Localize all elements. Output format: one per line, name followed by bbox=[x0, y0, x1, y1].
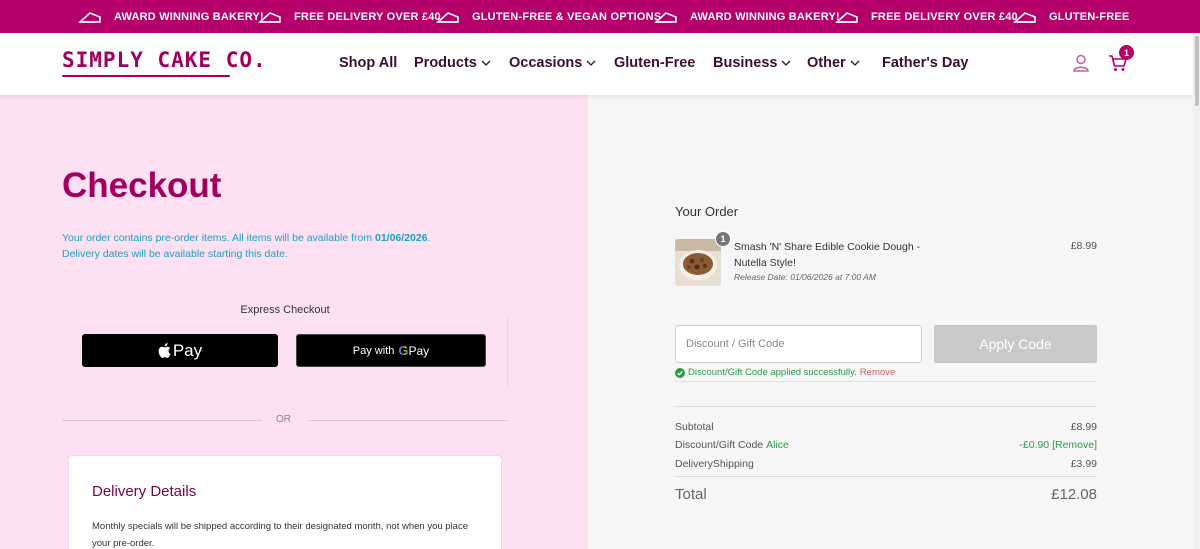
site-logo[interactable]: SIMPLY CAKE CO. bbox=[62, 48, 267, 72]
chevron-down-icon bbox=[850, 60, 860, 66]
express-checkout-label: Express Checkout bbox=[240, 304, 330, 316]
chevron-down-icon bbox=[782, 60, 791, 66]
subtotal-row: Subtotal £8.99 bbox=[675, 421, 1097, 433]
cart-count-badge: 1 bbox=[1119, 45, 1134, 60]
discount-success-message: Discount/Gift Code applied successfully.… bbox=[675, 366, 1097, 382]
user-account-icon[interactable] bbox=[1071, 53, 1091, 73]
product-price: £8.99 bbox=[1070, 240, 1097, 252]
item-quantity-badge: 1 bbox=[715, 231, 731, 247]
subtotal-label: Subtotal bbox=[675, 421, 714, 433]
google-g-icon: G bbox=[398, 343, 409, 358]
announcement-text: AWARD WINNING BAKERY! bbox=[690, 10, 840, 23]
preorder-text: Delivery dates will be available startin… bbox=[62, 248, 288, 260]
announcement-text: AWARD WINNING BAKERY! bbox=[114, 10, 264, 23]
nav-label: Gluten-Free bbox=[614, 55, 696, 71]
or-divider-left bbox=[62, 420, 262, 421]
delivery-details-text: Monthly specials will be shipped accordi… bbox=[92, 521, 469, 549]
nav-products[interactable]: Products bbox=[414, 55, 491, 71]
cake-icon bbox=[835, 11, 858, 23]
or-divider-label: OR bbox=[276, 414, 291, 425]
or-divider-right bbox=[308, 420, 508, 421]
order-summary-heading: Your Order bbox=[675, 204, 739, 219]
discount-row: Discount/Gift Code Alice -£0.90 [Remove] bbox=[675, 439, 1097, 451]
preorder-text: . bbox=[427, 232, 431, 244]
cake-icon bbox=[1013, 11, 1036, 23]
nav-label: Occasions bbox=[509, 55, 583, 71]
google-pay-button[interactable]: Pay with G Pay bbox=[296, 334, 486, 367]
scrollbar-thumb[interactable] bbox=[1195, 36, 1199, 106]
remove-code-link[interactable]: Remove bbox=[860, 367, 895, 378]
shipping-label: DeliveryShipping bbox=[675, 458, 754, 470]
nav-business[interactable]: Business bbox=[713, 55, 791, 71]
announcement-item: FREE DELIVERY OVER £40 bbox=[835, 0, 1018, 33]
cake-icon bbox=[436, 11, 459, 23]
gpay-suffix: Pay bbox=[408, 343, 430, 358]
nav-occasions[interactable]: Occasions bbox=[509, 55, 596, 71]
summary-divider bbox=[675, 406, 1097, 407]
preorder-text: Your order contains pre-order items. All… bbox=[62, 232, 375, 244]
page-scrollbar[interactable] bbox=[1193, 33, 1200, 549]
logo-underline bbox=[62, 75, 230, 77]
nav-label: Products bbox=[414, 55, 477, 71]
delivery-details-title: Delivery Details bbox=[92, 483, 197, 500]
check-circle-icon bbox=[675, 367, 685, 378]
chevron-down-icon bbox=[586, 60, 596, 66]
announcement-item: GLUTEN-FREE & VEGAN OPTIONS bbox=[436, 0, 661, 33]
preorder-date: 01/06/2026 bbox=[375, 232, 428, 244]
shipping-row: DeliveryShipping £3.99 bbox=[675, 458, 1097, 470]
announcement-text: GLUTEN-FREE & VEGAN OPTIONS bbox=[472, 10, 662, 23]
total-value: £12.08 bbox=[1051, 486, 1097, 503]
nav-label: Shop All bbox=[339, 55, 398, 71]
nav-label: Father's Day bbox=[882, 55, 969, 71]
announcement-text: FREE DELIVERY OVER £40 bbox=[871, 10, 1018, 23]
cake-icon bbox=[654, 11, 677, 23]
cake-icon bbox=[258, 11, 281, 23]
total-label: Total bbox=[675, 486, 707, 503]
announcement-item: AWARD WINNING BAKERY! bbox=[654, 0, 840, 33]
nav-label: Other bbox=[807, 55, 846, 71]
announcement-text: GLUTEN-FREE bbox=[1049, 10, 1130, 23]
nav-fathers-day[interactable]: Father's Day bbox=[882, 55, 968, 71]
nav-label: Business bbox=[713, 55, 778, 71]
announcement-item: FREE DELIVERY OVER £40 bbox=[258, 0, 441, 33]
shipping-value: £3.99 bbox=[1070, 458, 1097, 470]
subtotal-value: £8.99 bbox=[1070, 421, 1097, 433]
order-summary-panel bbox=[588, 95, 1193, 549]
product-thumbnail bbox=[675, 239, 721, 286]
product-name: Smash 'N' Share Edible Cookie Dough - Nu… bbox=[734, 241, 921, 269]
total-row: Total £12.08 bbox=[675, 486, 1097, 503]
nav-gluten-free[interactable]: Gluten-Free bbox=[614, 55, 695, 71]
apple-pay-label: Pay bbox=[172, 340, 203, 360]
chevron-down-icon bbox=[481, 60, 491, 66]
announcement-item: GLUTEN-FREE bbox=[1013, 0, 1129, 33]
page-title: Checkout bbox=[62, 166, 222, 205]
apple-pay-button[interactable]: Pay bbox=[82, 334, 278, 367]
cake-icon bbox=[78, 11, 101, 23]
discount-label: Discount/Gift Code bbox=[675, 439, 764, 451]
preorder-notice: Your order contains pre-order items. All… bbox=[62, 230, 492, 262]
nav-other[interactable]: Other bbox=[807, 55, 860, 71]
nav-shop-all[interactable]: Shop All bbox=[339, 55, 397, 71]
gpay-prefix: Pay with bbox=[352, 344, 395, 357]
announcement-item: AWARD WINNING BAKERY! bbox=[78, 0, 264, 33]
success-text: Discount/Gift Code applied successfully. bbox=[688, 367, 857, 378]
discount-code-name: Alice bbox=[766, 439, 789, 451]
discount-code-input[interactable] bbox=[675, 325, 922, 363]
total-divider bbox=[675, 476, 1097, 477]
announcement-text: FREE DELIVERY OVER £40 bbox=[294, 10, 441, 23]
announcement-bar: AWARD WINNING BAKERY! FREE DELIVERY OVER… bbox=[0, 0, 1200, 33]
product-release-date: Release Date: 01/06/2026 at 7:00 AM bbox=[734, 272, 876, 282]
apply-code-button[interactable]: Apply Code bbox=[934, 325, 1097, 363]
site-header: SIMPLY CAKE CO. Shop All Products Occasi… bbox=[0, 33, 1193, 95]
apple-icon bbox=[158, 343, 171, 358]
discount-value[interactable]: -£0.90 [Remove] bbox=[1019, 439, 1097, 451]
